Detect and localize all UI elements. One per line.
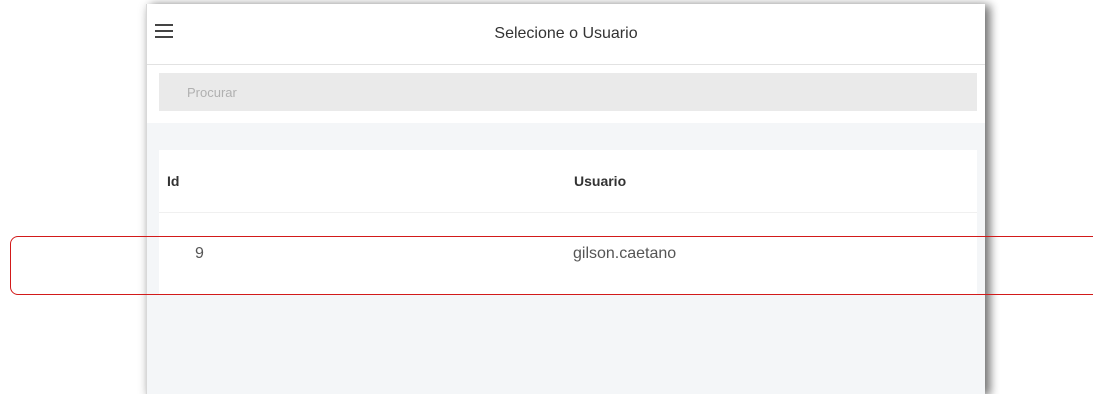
search-input[interactable] <box>159 73 977 111</box>
table-header: Id Usuario <box>159 150 977 213</box>
table-row[interactable]: 9 gilson.caetano <box>159 213 977 295</box>
column-header-id: Id <box>167 173 180 189</box>
user-picker-window: Selecione o Usuario Id Usuario 9 gilson.… <box>146 4 985 394</box>
screen: Selecione o Usuario Id Usuario 9 gilson.… <box>0 0 1093 394</box>
search-bar <box>147 65 985 123</box>
title-bar: Selecione o Usuario <box>147 4 985 65</box>
users-table: Id Usuario 9 gilson.caetano <box>159 150 977 295</box>
cell-usuario: gilson.caetano <box>573 245 677 262</box>
page-title: Selecione o Usuario <box>494 25 638 42</box>
column-header-usuario: Usuario <box>574 173 627 189</box>
cell-id: 9 <box>195 245 204 262</box>
